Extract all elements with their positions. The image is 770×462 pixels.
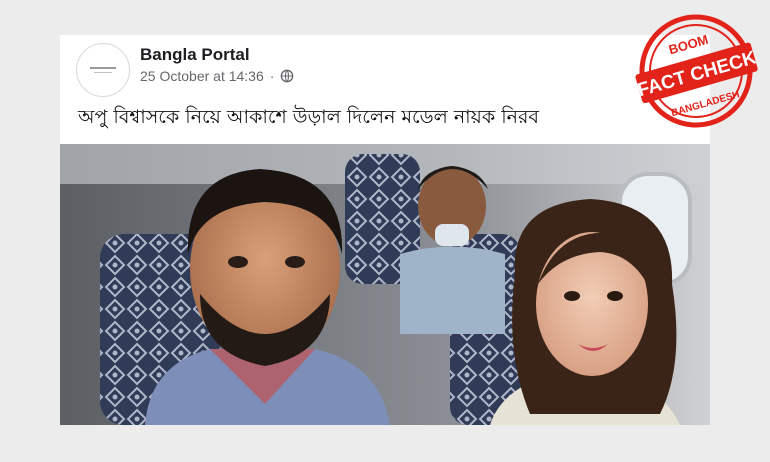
avatar-logo-subline bbox=[94, 72, 112, 73]
boom-fact-check-stamp: FACT CHECK BOOM BANGLADESH bbox=[635, 14, 759, 128]
post-timestamp[interactable]: 25 October at 14:36 bbox=[140, 68, 264, 84]
facebook-post-card: Bangla Portal 25 October at 14:36 · অপু … bbox=[60, 35, 710, 425]
globe-icon bbox=[281, 69, 294, 83]
meta-separator: · bbox=[269, 68, 275, 84]
page-name-link[interactable]: Bangla Portal bbox=[140, 45, 250, 65]
post-text: অপু বিশ্বাসকে নিয়ে আকাশে উড়াল দিলেন মড… bbox=[78, 106, 540, 128]
post-photo[interactable] bbox=[60, 144, 710, 425]
stamp-top-text: BOOM bbox=[667, 32, 710, 58]
avatar-logo-line bbox=[90, 67, 116, 69]
page-avatar[interactable] bbox=[76, 43, 130, 97]
post-meta: 25 October at 14:36 · bbox=[140, 68, 294, 84]
airplane-selfie-photo bbox=[60, 144, 710, 425]
